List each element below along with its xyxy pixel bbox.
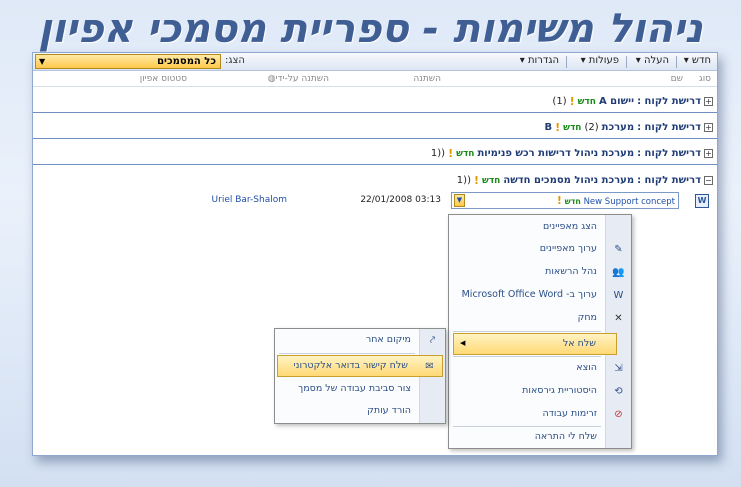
expand-icon[interactable]: + xyxy=(704,97,713,106)
version-history-icon: ⟲ xyxy=(614,386,623,397)
new-badge: חדש xyxy=(482,175,501,186)
group-row[interactable]: − דרישת לקוח : מערכת ניהול מסמכים חדשה ח… xyxy=(33,165,717,191)
edit-properties-icon: ✎ xyxy=(614,244,623,255)
collapse-icon[interactable]: − xyxy=(704,176,713,185)
slide-title: ניהול משימות - ספריית מסמכי אפיון xyxy=(38,6,703,52)
menu-item-version-history[interactable]: ⟲ היסטוריית גירסאות xyxy=(449,381,631,403)
submenu-item-other-location[interactable]: ⤤ מיקום אחר xyxy=(275,330,445,352)
table-row[interactable]: W New Support concept חדש ! ▼ 03:13 22/0… xyxy=(33,191,717,213)
permissions-icon: 👥 xyxy=(612,267,625,278)
expand-icon[interactable]: + xyxy=(704,149,713,158)
menu-separator xyxy=(453,356,601,357)
submenu-item-email-link[interactable]: ✉ שלח קישור בדואר אלקטרוני xyxy=(277,355,443,377)
actions-menu[interactable]: פעולות ▾ xyxy=(581,55,619,66)
modified-by-link[interactable]: Uriel Bar-Shalom xyxy=(212,195,287,205)
view-select[interactable]: כל המסמכים ▼ xyxy=(35,54,221,69)
chevron-down-icon: ▼ xyxy=(39,57,46,66)
checkout-icon: ⇲ xyxy=(614,363,623,374)
list-toolbar: חדש ▾ העלה ▾ פעולות ▾ הגדרות ▾ הצג: כל ה… xyxy=(33,53,717,71)
delete-icon: ✕ xyxy=(614,313,623,324)
group-row[interactable]: + דרישת לקוח : יישום A חדש ! (1) xyxy=(33,87,717,113)
column-type[interactable]: סוג xyxy=(699,74,711,84)
item-name-box[interactable]: New Support concept חדש ! ▼ xyxy=(451,192,679,209)
submenu-item-create-workspace[interactable]: צור סביבת עבודה של מסמך xyxy=(275,379,445,401)
view-label: הצג: xyxy=(225,55,245,66)
upload-menu[interactable]: העלה ▾ xyxy=(636,55,669,66)
new-badge: חדש xyxy=(563,122,582,133)
send-to-submenu: ⤤ מיקום אחר ✉ שלח קישור בדואר אלקטרוני צ… xyxy=(274,328,446,424)
settings-menu[interactable]: הגדרות ▾ xyxy=(520,55,559,66)
menu-separator xyxy=(453,331,601,332)
word-document-icon[interactable]: W xyxy=(695,194,709,208)
column-modified-by[interactable]: השתנה על-ידי◍ xyxy=(268,74,329,84)
menu-item-edit-properties[interactable]: ✎ ערוך מאפיינים xyxy=(449,239,631,261)
word-icon: W xyxy=(613,290,624,301)
toolbar-separator xyxy=(566,56,567,68)
menu-item-alert-me[interactable]: שלח לי התראה xyxy=(449,427,631,449)
menu-item-send-to[interactable]: שלח אל ◀ xyxy=(453,333,617,355)
menu-item-check-out[interactable]: ⇲ הוצא xyxy=(449,358,631,380)
menu-item-view-properties[interactable]: הצג מאפיינים xyxy=(449,217,631,239)
filter-icon: ◍ xyxy=(267,74,276,84)
other-location-icon: ⤤ xyxy=(429,335,436,346)
email-link-icon: ✉ xyxy=(425,361,434,372)
column-modified[interactable]: השתנה xyxy=(413,74,441,84)
column-name[interactable]: שם xyxy=(671,74,683,84)
toolbar-separator xyxy=(626,56,627,68)
new-badge: חדש xyxy=(456,148,475,159)
column-header-row: סוג שם השתנה השתנה על-ידי◍ סטטוס אפיון xyxy=(33,71,717,87)
menu-item-edit-in-word[interactable]: W ערוך ב- Microsoft Office Word xyxy=(449,285,631,307)
workflow-icon: ⊘ xyxy=(614,409,623,420)
menu-item-manage-permissions[interactable]: 👥 נהל הרשאות xyxy=(449,262,631,284)
menu-separator xyxy=(279,353,415,354)
submenu-arrow-icon: ◀ xyxy=(460,339,466,347)
chevron-down-icon[interactable]: ▼ xyxy=(454,194,465,207)
column-spec-status[interactable]: סטטוס אפיון xyxy=(140,74,187,84)
item-context-menu: הצג מאפיינים ✎ ערוך מאפיינים 👥 נהל הרשאו… xyxy=(448,214,632,449)
new-badge: חדש xyxy=(577,96,596,107)
expand-icon[interactable]: + xyxy=(704,123,713,132)
menu-item-workflows[interactable]: ⊘ זרימות עבודה xyxy=(449,404,631,426)
group-row[interactable]: + דרישת לקוח : מערכת (2) חדש ! B xyxy=(33,113,717,139)
modified-date: 03:13 22/01/2008 xyxy=(360,195,441,205)
menu-item-delete[interactable]: ✕ מחק xyxy=(449,308,631,330)
new-menu[interactable]: חדש ▾ xyxy=(684,55,711,66)
group-row[interactable]: + דרישת לקוח : מערכת ניהול דרישות רכש פנ… xyxy=(33,139,717,165)
submenu-item-download-copy[interactable]: הורד עותק xyxy=(275,401,445,423)
toolbar-separator xyxy=(676,56,677,68)
